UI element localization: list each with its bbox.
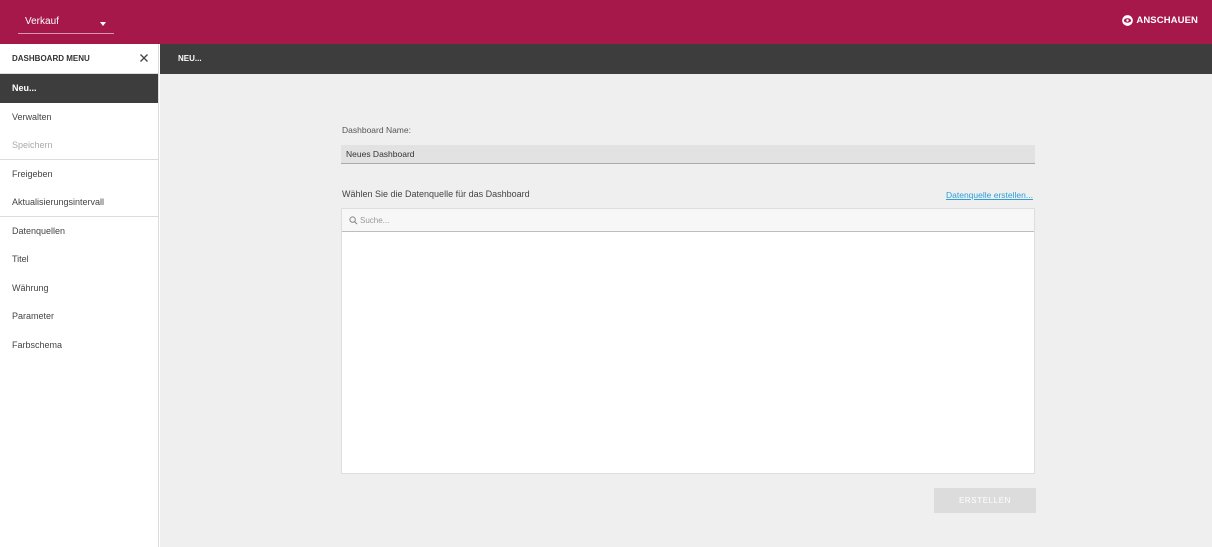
chevron-down-icon bbox=[100, 22, 106, 26]
datasource-list[interactable] bbox=[341, 208, 1035, 474]
dashboard-name-label: Dashboard Name: bbox=[342, 125, 411, 135]
sidebar-item-label: Aktualisierungsintervall bbox=[12, 196, 105, 207]
sidebar-item-label: Parameter bbox=[12, 311, 55, 322]
sidebar-item-label: Titel bbox=[12, 254, 29, 265]
sidebar-title: DASHBOARD MENU bbox=[12, 54, 90, 63]
sidebar-item-waehrung[interactable]: Währung bbox=[0, 274, 158, 303]
sidebar-item-aktualisierungsintervall[interactable]: Aktualisierungsintervall bbox=[0, 188, 158, 217]
dashboard-menu-sidebar: DASHBOARD MENU Neu... Verwalten Speicher… bbox=[0, 44, 159, 547]
main-panel: NEU... Dashboard Name: Wählen Sie die Da… bbox=[160, 44, 1212, 547]
datasource-label: Wählen Sie die Datenquelle für das Dashb… bbox=[342, 189, 530, 199]
sidebar-header: DASHBOARD MENU bbox=[0, 44, 158, 74]
close-icon[interactable] bbox=[138, 52, 150, 64]
sidebar-item-label: Währung bbox=[12, 282, 49, 293]
create-datasource-link[interactable]: Datenquelle erstellen... bbox=[946, 190, 1033, 200]
sidebar-item-neu[interactable]: Neu... bbox=[0, 74, 158, 103]
sidebar-item-label: Verwalten bbox=[12, 111, 52, 122]
breadcrumb: NEU... bbox=[160, 44, 1212, 74]
search-icon bbox=[349, 216, 358, 225]
sidebar-item-label: Datenquellen bbox=[12, 225, 66, 236]
sidebar-item-speichern[interactable]: Speichern bbox=[0, 131, 158, 160]
top-bar: Verkauf ANSCHAUEN bbox=[0, 0, 1212, 44]
view-button-label: ANSCHAUEN bbox=[1136, 15, 1198, 26]
sidebar-item-farbschema[interactable]: Farbschema bbox=[0, 331, 158, 360]
sidebar-item-titel[interactable]: Titel bbox=[0, 245, 158, 274]
search-bar bbox=[342, 209, 1034, 232]
sidebar-item-label: Farbschema bbox=[12, 339, 63, 350]
sidebar-item-parameter[interactable]: Parameter bbox=[0, 302, 158, 331]
sidebar-item-label: Neu... bbox=[12, 83, 37, 94]
sidebar-item-datenquellen[interactable]: Datenquellen bbox=[0, 217, 158, 246]
sidebar-item-freigeben[interactable]: Freigeben bbox=[0, 160, 158, 189]
create-button[interactable]: ERSTELLEN bbox=[934, 488, 1036, 513]
eye-icon bbox=[1122, 15, 1134, 26]
dashboard-name-input[interactable] bbox=[341, 145, 1035, 164]
dashboard-select-value: Verkauf bbox=[25, 16, 59, 27]
breadcrumb-current: NEU... bbox=[178, 54, 202, 63]
sidebar-item-verwalten[interactable]: Verwalten bbox=[0, 103, 158, 132]
search-input[interactable] bbox=[360, 212, 960, 228]
sidebar-item-label: Speichern bbox=[12, 139, 53, 150]
view-button[interactable]: ANSCHAUEN bbox=[1122, 15, 1198, 26]
sidebar-item-label: Freigeben bbox=[12, 168, 53, 179]
dashboard-select[interactable]: Verkauf bbox=[18, 12, 114, 34]
